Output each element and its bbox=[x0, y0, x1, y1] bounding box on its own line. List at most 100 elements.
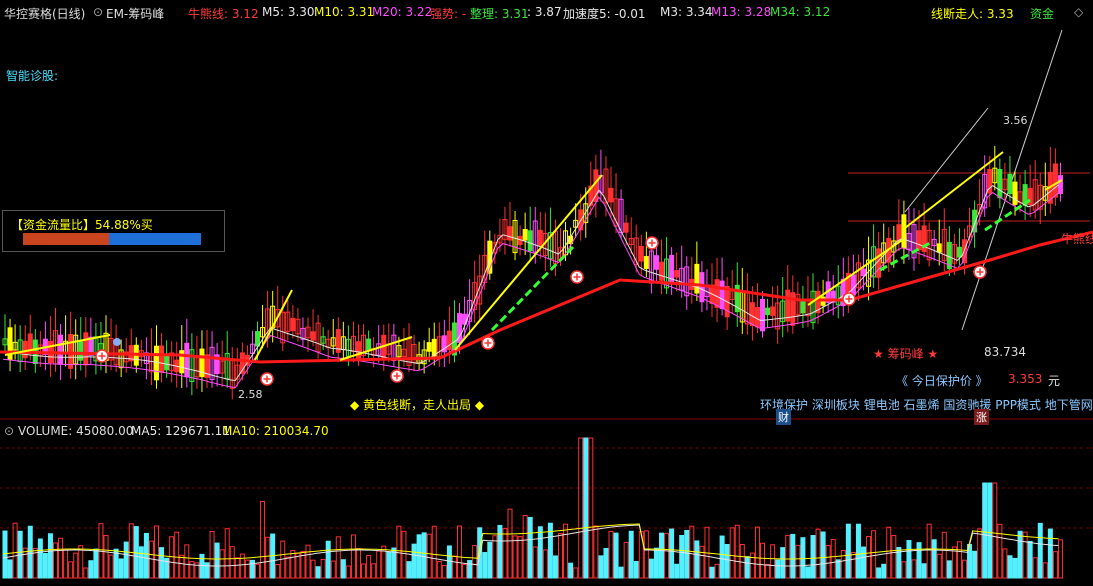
diagnosis-label[interactable]: 智能诊股: bbox=[6, 67, 58, 84]
plate-item[interactable]: PPP模式 bbox=[995, 398, 1041, 412]
volume-title[interactable]: VOLUME: 45080.00 bbox=[18, 424, 133, 438]
volume-header: ⊙ VOLUME: 45080.00 MA5: 129671.11 MA10: … bbox=[0, 422, 1093, 438]
volume-bar bbox=[431, 525, 437, 579]
candle-body bbox=[623, 222, 629, 233]
volume-bar bbox=[73, 552, 79, 579]
candle-body bbox=[164, 355, 170, 371]
volume-bar bbox=[467, 560, 473, 579]
volume-bar bbox=[512, 535, 518, 579]
volume-bar bbox=[2, 530, 8, 579]
volume-dropdown-icon[interactable]: ⊙ bbox=[4, 424, 14, 438]
volume-ma5: MA5: 129671.11 bbox=[131, 424, 230, 438]
candle-body bbox=[522, 228, 528, 241]
volume-bar bbox=[1037, 522, 1043, 579]
candle-body bbox=[714, 279, 720, 308]
candle-body bbox=[426, 342, 432, 352]
volume-bar bbox=[810, 535, 816, 579]
candle-body bbox=[1057, 175, 1063, 195]
candle-body bbox=[638, 245, 644, 262]
volume-bar bbox=[12, 522, 18, 579]
volume-bar bbox=[1047, 528, 1053, 579]
price-chart[interactable] bbox=[0, 0, 1093, 586]
volume-bar bbox=[169, 536, 175, 579]
volume-bar bbox=[249, 559, 255, 579]
volume-bar bbox=[22, 547, 28, 579]
volume-bar bbox=[386, 551, 392, 579]
volume-bar bbox=[356, 548, 361, 579]
volume-bar bbox=[143, 532, 149, 579]
volume-bar bbox=[1007, 555, 1013, 579]
volume-bar bbox=[709, 566, 715, 579]
volume-bar bbox=[457, 525, 462, 579]
volume-bar bbox=[502, 528, 508, 579]
volume-bar bbox=[861, 546, 866, 579]
volume-bar bbox=[411, 543, 417, 579]
candle-body bbox=[68, 333, 74, 369]
volume-bar bbox=[795, 544, 801, 579]
volume-bar bbox=[224, 528, 230, 579]
volume-bar bbox=[855, 523, 861, 579]
plate-item[interactable]: 地下管网 bbox=[1045, 398, 1093, 412]
volume-bar bbox=[441, 564, 447, 579]
chip-peak-label: ★ 筹码峰 ★ bbox=[873, 347, 939, 361]
niuxiong-right-label: 牛熊线 bbox=[1061, 232, 1093, 246]
candle-body bbox=[800, 299, 806, 314]
volume-bar bbox=[845, 523, 851, 579]
volume-bar bbox=[583, 437, 589, 579]
volume-bar bbox=[542, 549, 548, 579]
volume-bar bbox=[972, 550, 978, 579]
volume-bar bbox=[653, 547, 659, 579]
volume-bar bbox=[558, 533, 563, 579]
volume-bar bbox=[760, 542, 765, 579]
volume-bar bbox=[946, 560, 952, 579]
trend-line-yellow bbox=[454, 174, 603, 351]
candle-body bbox=[255, 331, 260, 347]
chip-peak-value: 83.734 bbox=[984, 345, 1026, 359]
volume-bar bbox=[901, 561, 907, 579]
volume-bar bbox=[734, 524, 740, 579]
candle-body bbox=[22, 340, 28, 359]
volume-bar bbox=[754, 526, 760, 579]
volume-bar bbox=[669, 528, 675, 579]
volume-bar bbox=[689, 525, 695, 579]
volume-bar bbox=[189, 561, 195, 579]
concept-plates: 环境保护 深圳板块 锂电池 石墨烯 国资驰援 PPP模式 地下管网 bbox=[760, 396, 1093, 413]
volume-bar bbox=[7, 559, 13, 579]
plate-item[interactable]: 石墨烯 bbox=[904, 398, 940, 412]
volume-bar bbox=[255, 563, 260, 579]
volume-bar bbox=[825, 545, 831, 579]
volume-bar bbox=[154, 525, 159, 579]
volume-bar bbox=[371, 563, 377, 579]
candle-body bbox=[446, 330, 452, 351]
volume-bar bbox=[992, 482, 998, 579]
volume-bar bbox=[790, 533, 796, 579]
volume-bar bbox=[997, 523, 1003, 579]
candle-body bbox=[770, 306, 776, 316]
plate-item[interactable]: 锂电池 bbox=[864, 398, 900, 412]
volume-bar bbox=[987, 482, 993, 579]
candle-body bbox=[674, 270, 680, 278]
volume-bar bbox=[487, 541, 493, 579]
volume-bar bbox=[290, 550, 296, 579]
volume-bar bbox=[47, 533, 53, 579]
plate-item[interactable]: 深圳板块 bbox=[812, 398, 860, 412]
high-price-label: 3.56 bbox=[1003, 114, 1028, 127]
volume-bar bbox=[174, 531, 180, 579]
volume-bar bbox=[684, 529, 690, 579]
candle-body bbox=[1012, 181, 1018, 205]
volume-bar bbox=[977, 528, 983, 579]
volume-bar bbox=[941, 531, 947, 579]
volume-bar bbox=[765, 564, 771, 579]
volume-bar bbox=[159, 547, 165, 579]
candle-body bbox=[997, 168, 1003, 199]
candle-body bbox=[876, 248, 882, 278]
volume-bar bbox=[482, 552, 488, 579]
volume-bar bbox=[1027, 540, 1033, 579]
volume-bar bbox=[108, 554, 114, 579]
volume-bar bbox=[876, 567, 882, 579]
candle-body bbox=[956, 246, 962, 258]
volume-bar bbox=[1002, 548, 1008, 579]
volume-bar bbox=[234, 557, 240, 579]
volume-bar bbox=[891, 535, 897, 579]
candle-body bbox=[850, 274, 856, 296]
